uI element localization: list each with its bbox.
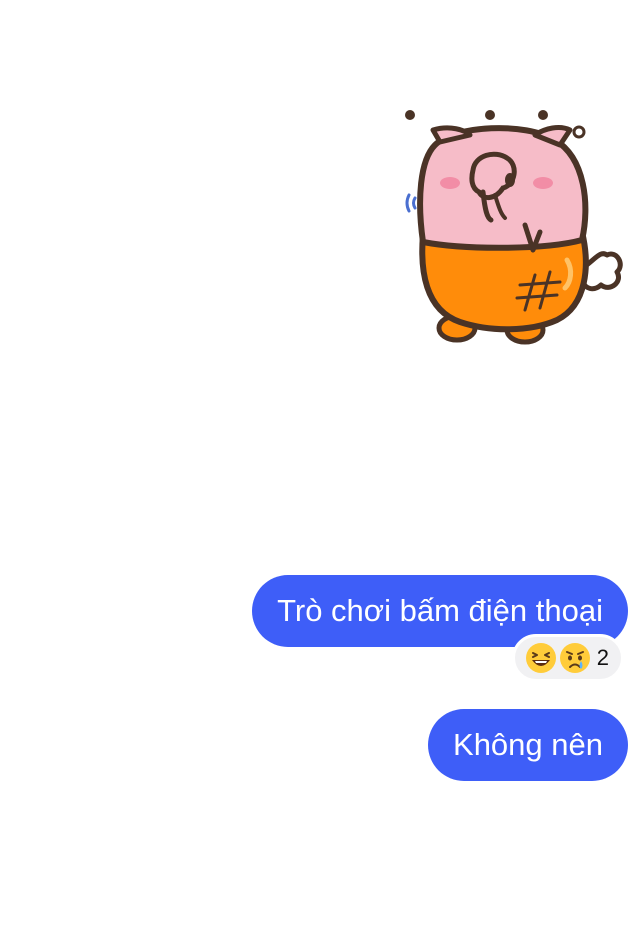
message-bubble-2[interactable]: Không nên [428, 709, 628, 781]
message-reactions[interactable]: 2 [511, 634, 624, 682]
crying-emoji-icon [559, 643, 590, 673]
pig-sticker-icon[interactable] [395, 100, 630, 350]
chat-thread: Trò chơi bấm điện thoại 2 Không nên [0, 0, 644, 939]
message-text: Trò chơi bấm điện thoại [277, 593, 603, 628]
reaction-count: 2 [596, 645, 609, 670]
laughing-emoji-icon [525, 643, 556, 673]
message-text: Không nên [453, 727, 603, 762]
pig-sticker-svg [405, 110, 623, 345]
